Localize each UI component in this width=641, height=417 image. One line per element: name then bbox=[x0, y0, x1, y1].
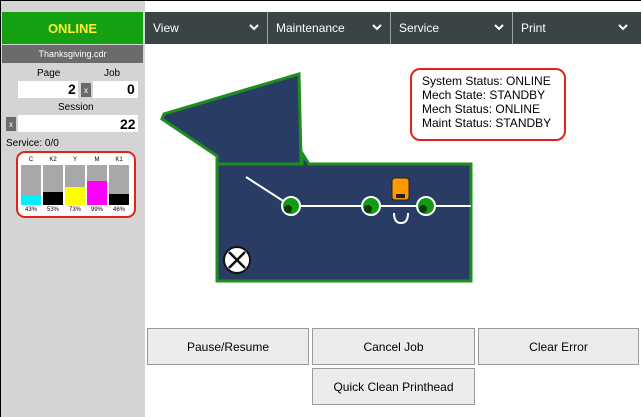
job-counter-value: 0 bbox=[127, 81, 135, 97]
ink-bar-c bbox=[21, 165, 41, 205]
ink-levels-panel: C K2 Y M K1 43% 53% 73% 99% 46% bbox=[16, 151, 136, 218]
roller-icon bbox=[416, 196, 436, 216]
page-counter-value: 2 bbox=[68, 81, 76, 97]
top-menu-bar: View Maintenance Service Print bbox=[145, 12, 641, 44]
ink-percent-k2: 53% bbox=[46, 207, 59, 213]
menu-view[interactable]: View bbox=[145, 12, 267, 44]
menu-print[interactable]: Print bbox=[512, 12, 636, 44]
stop-icon[interactable] bbox=[223, 246, 251, 274]
roller-icon bbox=[361, 196, 381, 216]
ink-bar-y bbox=[65, 165, 85, 205]
system-status-line: System Status: ONLINE bbox=[422, 74, 551, 88]
session-label: Session bbox=[58, 102, 94, 113]
printer-diagram bbox=[160, 72, 473, 283]
service-label: Service: 0/0 bbox=[6, 138, 59, 149]
ink-label-m: M bbox=[94, 157, 100, 163]
session-counter-value: 22 bbox=[120, 116, 136, 132]
menu-service[interactable]: Service bbox=[390, 12, 512, 44]
menu-service-label: Service bbox=[399, 21, 440, 35]
reset-session-button[interactable]: x bbox=[6, 117, 16, 131]
ink-percent-c: 43% bbox=[24, 207, 37, 213]
chevron-down-icon bbox=[372, 24, 382, 31]
pause-resume-button[interactable]: Pause/Resume bbox=[147, 328, 309, 365]
app-window: ONLINE Thanksgiving.cdr Page Job 2 x 0 S… bbox=[0, 0, 641, 417]
menu-print-label: Print bbox=[521, 21, 546, 35]
mech-state-line: Mech State: STANDBY bbox=[422, 88, 546, 102]
mech-status-line: Mech Status: ONLINE bbox=[422, 102, 541, 116]
maint-status-line: Maint Status: STANDBY bbox=[422, 116, 552, 130]
ink-bar-m bbox=[87, 165, 107, 205]
menu-maintenance-label: Maintenance bbox=[276, 21, 345, 35]
printer-body bbox=[215, 147, 473, 283]
ink-fill-c bbox=[21, 194, 41, 205]
quick-clean-printhead-button[interactable]: Quick Clean Printhead bbox=[312, 368, 475, 405]
cancel-job-button[interactable]: Cancel Job bbox=[312, 328, 475, 365]
chevron-down-icon bbox=[249, 24, 259, 31]
job-label: Job bbox=[104, 68, 121, 79]
ink-fill-y bbox=[65, 187, 85, 205]
ink-percent-y: 73% bbox=[68, 207, 81, 213]
job-filename: Thanksgiving.cdr bbox=[2, 45, 143, 63]
ink-bar-k2 bbox=[43, 165, 63, 205]
menu-maintenance[interactable]: Maintenance bbox=[267, 12, 390, 44]
left-panel: ONLINE Thanksgiving.cdr Page Job 2 x 0 S… bbox=[1, 1, 145, 417]
menu-view-label: View bbox=[153, 21, 179, 35]
chevron-down-icon bbox=[618, 24, 628, 31]
service-count: 0/0 bbox=[44, 138, 59, 149]
roller-icon bbox=[281, 196, 301, 216]
page-label: Page bbox=[37, 68, 61, 79]
clear-error-button[interactable]: Clear Error bbox=[478, 328, 639, 365]
ink-label-k1: K1 bbox=[115, 157, 123, 163]
ink-fill-k2 bbox=[43, 192, 63, 205]
ink-bar-k1 bbox=[109, 165, 129, 205]
chevron-down-icon bbox=[494, 24, 504, 31]
ink-label-k2: K2 bbox=[49, 157, 57, 163]
paper-feeder-tray bbox=[160, 72, 303, 166]
online-status-badge: ONLINE bbox=[2, 12, 143, 44]
reset-page-button[interactable]: x bbox=[81, 83, 91, 97]
system-status-box: System Status: ONLINE Mech State: STANDB… bbox=[410, 68, 566, 141]
ink-label-y: Y bbox=[72, 157, 77, 163]
ink-percent-m: 99% bbox=[90, 207, 103, 213]
ink-percent-k1: 46% bbox=[112, 207, 125, 213]
ink-fill-k1 bbox=[109, 193, 129, 205]
service-label-text: Service: bbox=[6, 138, 43, 149]
ink-label-c: C bbox=[28, 157, 34, 163]
ink-fill-m bbox=[87, 181, 107, 205]
